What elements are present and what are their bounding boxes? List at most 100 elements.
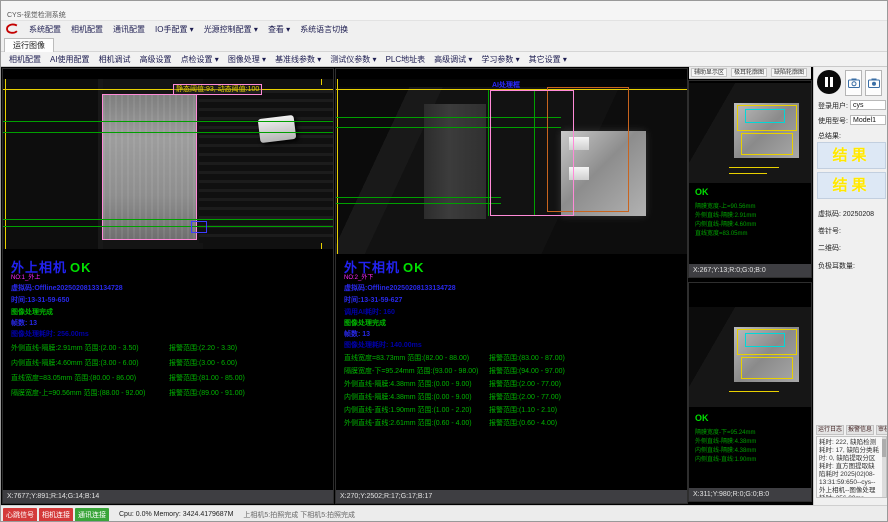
alarm-range: 报警范围:(1.10 - 2.10) [489,405,557,415]
toolbar-image-processing[interactable]: 图像处理 ▾ [228,54,266,65]
baseline-overlay [3,89,333,90]
toolbar: 相机配置 AI使用配置 相机调试 高级设置 点检设置 ▾ 图像处理 ▾ 基准线参… [1,52,887,67]
camera-icon [868,78,880,88]
camera-icon [848,78,860,88]
measurement-value: 隔膜宽度-上=90.56mm 范围:(88.00 - 92.00) [11,388,145,398]
annotation-mark [729,167,779,168]
comm-link-indicator: 通讯连接 [75,508,109,522]
camera-save-button[interactable] [865,70,882,96]
roll-number-label: 卷针号: [818,226,841,236]
aux-thumb-bottom-image[interactable] [689,307,811,407]
toolbar-advanced-settings[interactable]: 高级设置 [140,54,172,65]
log-text-area: 耗时: 222, 缺陷检测耗时: 17, 缺陷分类耗时: 0, 缺陷提取分区耗时… [816,436,887,498]
thumb-measure-line: 直线宽度=83.05mm [695,228,748,237]
ai-roi-box [490,90,574,216]
middle-camera-panel: AI处理框 外下相机OK NO:2_外下 虚拟码:Offline20250208… [336,69,687,503]
toolbar-advanced-debug[interactable]: 高级调试 ▾ [434,54,472,65]
middle-camera-image[interactable]: AI处理框 [336,79,687,254]
thumb-result-ok: OK [695,187,709,197]
aux-tab-defect-contour[interactable]: 缺陷轮廓图 [771,68,807,77]
aux-thumb-bottom: OK 隔膜宽度-下=95.24mm 外侧直线-隔膜:4.38mm 内侧直线-隔膜… [689,283,811,501]
menu-item-view[interactable]: 查看 ▾ [268,24,290,35]
toolbar-other-settings[interactable]: 其它设置 ▾ [529,54,567,65]
toolbar-tester-params[interactable]: 测试仪参数 ▾ [330,54,376,65]
qr-code-label: 二维码: [818,243,841,253]
pause-button[interactable] [817,70,841,94]
measurement-row: 直线宽度=83.05mm 范围:(80.00 - 86.00)报警范围:(81.… [11,373,329,382]
titlebar: CYS-视觉检测系统 [1,1,887,21]
right-sidebar: 登录用户: cys 使用型号: Model1 总结果: 结果 结果 虚拟码: 2… [813,67,888,505]
left-camera-image[interactable]: 静态阈值:93, 动态阈值:100 [3,79,333,249]
alarm-range: 报警范围:(2.20 - 3.30) [169,343,237,353]
total-result-box-1: 结果 [817,142,886,169]
threshold-label: 静态阈值:93, 动态阈值:100 [173,84,262,95]
log-tab-run[interactable]: 运行日志 [816,425,844,435]
menu-item-io-config[interactable]: IO手配置 ▾ [155,24,194,35]
measurement-row: 隔膜宽度-上=90.56mm 范围:(88.00 - 92.00)报警范围:(8… [11,388,329,397]
main-area: 静态阈值:93, 动态阈值:100 外上相机OK NO:1_外上 虚拟码:Off… [1,67,888,505]
menu-item-language-switch[interactable]: 系统语言切换 [300,24,348,35]
aux-tab-tab-contour[interactable]: 极耳轮廓图 [731,68,767,77]
tab-strip: 运行图像 [1,37,887,52]
measurement-value: 内侧直线-直线:1.90mm 范围:(1.00 - 2.20) [344,405,472,415]
menu-item-comm-config[interactable]: 通讯配置 [113,24,145,35]
login-user-label: 登录用户: [818,101,848,111]
toolbar-camera-debug[interactable]: 相机调试 [99,54,131,65]
detect-marker-box [191,221,207,233]
annotation-mark [729,391,779,392]
aux-bottom-coordinate-readout: X:311;Y:980;R:0;G:0;B:0 [689,488,811,501]
measurement-row: 外侧直线-隔膜:4.38mm 范围:(0.00 - 9.00)报警范围:(2.0… [344,379,683,388]
thumb-measure-line: 内侧直线-隔膜:4.38mm [695,445,756,454]
aux-thumb-top-image[interactable] [689,83,811,183]
toolbar-baseline-params[interactable]: 基准线参数 ▾ [275,54,321,65]
tab-run-image[interactable]: 运行图像 [4,38,54,52]
model-field[interactable]: Model1 [850,115,886,125]
measurement-value: 隔膜宽度-下=95.24mm 范围:(93.00 - 98.00) [344,366,478,376]
toolbar-spot-check[interactable]: 点检设置 ▾ [181,54,219,65]
ai-time-text: 调用AI耗时: 160 [344,307,395,317]
measurement-row: 外侧直线-直线:2.61mm 范围:(0.60 - 4.00)报警范围:(0.6… [344,418,683,427]
menu-item-system-config[interactable]: 系统配置 [29,24,61,35]
total-result-label: 总结果: [818,131,841,141]
menu-item-camera-config[interactable]: 相机配置 [71,24,103,35]
process-done-text: 图像处理完成 [344,318,386,328]
measurement-value: 外侧直线-隔膜:2.91mm 范围:(2.00 - 3.50) [11,343,139,353]
camera-snapshot-button[interactable] [845,70,862,96]
menu-item-light-config[interactable]: 光源控制配置 ▾ [204,24,258,35]
toolbar-learning-params[interactable]: 学习参数 ▾ [481,54,519,65]
measurement-value: 直线宽度=83.73mm 范围:(82.00 - 88.00) [344,353,469,363]
roi-box-cyan [745,109,785,123]
measure-line [3,121,333,122]
measurement-value: 外侧直线-直线:2.61mm 范围:(0.60 - 4.00) [344,418,472,428]
measurement-value: 内侧直线-隔膜:4.38mm 范围:(0.00 - 9.00) [344,392,472,402]
process-done-text: 图像处理完成 [11,307,53,317]
thumb-measure-line: 外侧直线-隔膜:2.91mm [695,210,756,219]
connector-part [258,115,297,143]
camera-link-indicator: 相机连接 [39,508,73,522]
negative-tab-count-label: 负极耳数量: [818,261,855,271]
app-logo-icon [5,23,19,35]
roi-box-cyan [745,333,785,347]
aux-thumb-top: OK 隔膜宽度-上=90.56mm 外侧直线-隔膜:2.91mm 内侧直线-隔膜… [689,81,811,277]
aux-tab-display[interactable]: 辅助显示区 [691,68,727,77]
camera-status-text: 上相机5:拍照完成 下相机5:拍照完成 [243,510,355,520]
time-text: 时间:13-31-59-650 [11,295,69,305]
alarm-range: 报警范围:(81.00 - 85.00) [169,373,245,383]
result-ok-badge: OK [70,260,92,275]
measure-line [488,90,489,216]
aux-top-coordinate-readout: X:267;Y:13;R:0;G:0;B:0 [689,264,811,277]
toolbar-camera-config[interactable]: 相机配置 [9,54,41,65]
measurement-row: 内侧直线-直线:1.90mm 范围:(1.00 - 2.20) 报警范围:(1.1… [344,405,683,414]
measurement-row: 直线宽度=83.73mm 范围:(82.00 - 88.00) 报警范围:(83.… [344,353,683,362]
toolbar-ai-config[interactable]: AI使用配置 [50,54,90,65]
measurement-value: 外侧直线-隔膜:4.38mm 范围:(0.00 - 9.00) [344,379,472,389]
thumb-result-ok: OK [695,413,709,423]
middle-coordinate-readout: X:270;Y:2502;R:17;G:17;B:17 [336,490,687,503]
toolbar-plc-address[interactable]: PLC地址表 [386,54,426,65]
log-scrollbar[interactable] [882,437,886,497]
log-tab-alarm[interactable]: 报警信息 [846,425,874,435]
bottom-status-bar: 心跳信号 相机连接 通讯连接 Cpu: 0.0% Memory: 3424.41… [1,505,888,522]
login-user-field[interactable]: cys [850,100,886,110]
log-tab-audit[interactable]: 审核信息 [876,425,888,435]
alarm-range: 报警范围:(83.00 - 87.00) [489,353,565,363]
